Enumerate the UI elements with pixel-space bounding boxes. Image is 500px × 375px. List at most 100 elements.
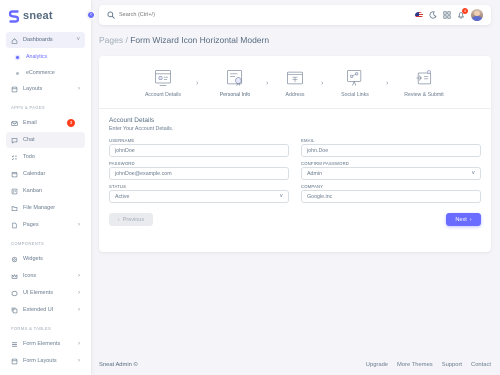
company-input[interactable]: Google.inc (301, 190, 481, 203)
sidebar-item-extended-ui[interactable]: Extended UI › (6, 302, 85, 318)
next-button[interactable]: Next › (446, 213, 481, 226)
bell-icon[interactable]: 4 (457, 8, 468, 19)
menu-header-forms-tables: FORMS & TABLES (11, 326, 52, 331)
chevron-right-icon: › (469, 216, 472, 223)
step-account-details[interactable]: Account Details (133, 68, 193, 98)
email-value: john.Doe (307, 147, 329, 154)
review-submit-icon (416, 70, 432, 85)
menu-header-apps-pages: APPS & PAGES (11, 105, 46, 110)
chevron-right-icon: › (78, 290, 80, 296)
status-value: Active (115, 193, 130, 200)
sidebar-item-label: Widgets (23, 256, 43, 262)
confirm-password-field-group: CONFIRM PASSWORD Admin ˅ (301, 161, 481, 180)
search-input[interactable] (119, 12, 239, 18)
chat-icon (11, 137, 18, 144)
sidebar-item-label: Email (23, 120, 37, 126)
chevron-down-icon: ˅ (471, 170, 475, 177)
home-icon (11, 37, 18, 44)
confirm-password-value: Admin (307, 170, 323, 177)
language-flag-icon[interactable] (415, 11, 423, 19)
user-avatar[interactable] (471, 9, 483, 21)
mail-icon (11, 120, 18, 127)
layout-icon (11, 358, 18, 365)
previous-button[interactable]: ‹ Previous (109, 213, 153, 226)
sidebar-item-form-layouts[interactable]: Form Layouts › (6, 353, 85, 369)
step-review-submit[interactable]: Review & Submit (394, 68, 454, 98)
widget-icon (11, 256, 18, 263)
collapse-sidebar-button[interactable]: ‹ (86, 10, 96, 20)
topbar-actions: 4 (415, 8, 483, 21)
username-input[interactable]: johnDoe (109, 144, 289, 157)
email-field-group: EMAIL john.Doe (301, 138, 481, 157)
file-icon (11, 222, 18, 229)
footer-link-upgrade[interactable]: Upgrade (366, 362, 388, 368)
chevron-right-icon: › (78, 273, 80, 279)
chevron-right-icon: › (321, 80, 324, 87)
sidebar-item-label: Layouts (23, 86, 43, 92)
sidebar-item-ui-elements[interactable]: UI Elements › (6, 285, 85, 301)
account-details-icon (155, 70, 171, 86)
status-select[interactable]: Active ˅ (109, 190, 289, 203)
sidebar-item-email[interactable]: Email 3 (6, 115, 85, 131)
sidebar-item-label: UI Elements (23, 290, 53, 296)
sidebar-item-dashboards[interactable]: Dashboards ˅ (6, 32, 85, 48)
username-value: johnDoe (115, 147, 135, 154)
search-icon[interactable] (107, 11, 115, 19)
sidebar: sneat Dashboards ˅ Analytics eCommerce Layou… (0, 0, 91, 375)
status-field-group: STATUS Active ˅ (109, 184, 289, 203)
menu-header-components: COMPONENTS (11, 241, 45, 246)
brand[interactable]: sneat (0, 0, 91, 32)
sidebar-item-file-manager[interactable]: File Manager (6, 200, 85, 216)
form-wizard: Account Details › Personal Info › Addres… (99, 56, 491, 252)
list-icon (11, 341, 18, 348)
bullet-icon (16, 71, 19, 75)
notification-badge: 4 (462, 8, 468, 14)
sidebar-item-layouts[interactable]: Layouts › (6, 81, 85, 97)
footer-link-support[interactable]: Support (442, 362, 462, 368)
company-field-group: COMPANY Google.inc (301, 184, 481, 203)
password-field-group: PASSWORD johnDoe@example.com (109, 161, 289, 180)
footer-link-contact[interactable]: Contact (471, 362, 491, 368)
sidebar-item-chat[interactable]: Chat (6, 132, 85, 148)
email-input[interactable]: john.Doe (301, 144, 481, 157)
sidebar-subitem-ecommerce[interactable]: eCommerce (6, 65, 85, 81)
copy-icon (11, 307, 18, 314)
sidebar-item-label: Chat (23, 137, 35, 143)
folder-icon (11, 205, 18, 212)
page-title: Pages / Form Wizard Icon Horizontal Mode… (99, 35, 269, 45)
sidebar-item-icons[interactable]: Icons › (6, 268, 85, 284)
moon-icon[interactable] (429, 11, 437, 19)
chevron-right-icon: › (78, 358, 80, 364)
sidebar-subitem-analytics[interactable]: Analytics (6, 49, 85, 65)
sidebar-item-kanban[interactable]: Kanban (6, 183, 85, 199)
sidebar-item-label: Pages (23, 222, 39, 228)
step-personal-info[interactable]: Personal Info (205, 68, 265, 98)
sidebar-item-label: Form Layouts (23, 358, 57, 364)
section-subtitle: Enter Your Account Details. (109, 126, 174, 132)
footer-links: Upgrade More Themes Support Contact (366, 362, 491, 368)
chevron-down-icon: ˅ (76, 37, 80, 43)
topbar: 4 (99, 5, 491, 25)
grid-icon[interactable] (443, 11, 451, 19)
personal-info-icon (227, 70, 243, 86)
confirm-password-select[interactable]: Admin ˅ (301, 167, 481, 180)
calendar-icon (11, 171, 18, 178)
chevron-right-icon: › (78, 307, 80, 313)
sidebar-menu: Dashboards ˅ Analytics eCommerce Layouts › APP… (0, 32, 91, 369)
chevron-right-icon: › (78, 222, 80, 228)
sidebar-item-widgets[interactable]: Widgets (6, 251, 85, 267)
next-label: Next (455, 216, 467, 223)
sidebar-item-label: Extended UI (23, 307, 54, 313)
sidebar-item-form-elements[interactable]: Form Elements › (6, 336, 85, 352)
sidebar-item-label: eCommerce (26, 70, 55, 76)
sidebar-item-todo[interactable]: Todo (6, 149, 85, 165)
step-label: Address (285, 92, 305, 98)
sidebar-item-label: Dashboards (23, 37, 53, 43)
step-social-links[interactable]: Social Links (325, 68, 385, 98)
password-input[interactable]: johnDoe@example.com (109, 167, 289, 180)
sidebar-item-calendar[interactable]: Calendar (6, 166, 85, 182)
step-address[interactable]: Address (265, 68, 325, 98)
footer-link-more-themes[interactable]: More Themes (397, 362, 433, 368)
footer-brand: Sneat Admin © (99, 362, 138, 368)
sidebar-item-pages[interactable]: Pages › (6, 217, 85, 233)
